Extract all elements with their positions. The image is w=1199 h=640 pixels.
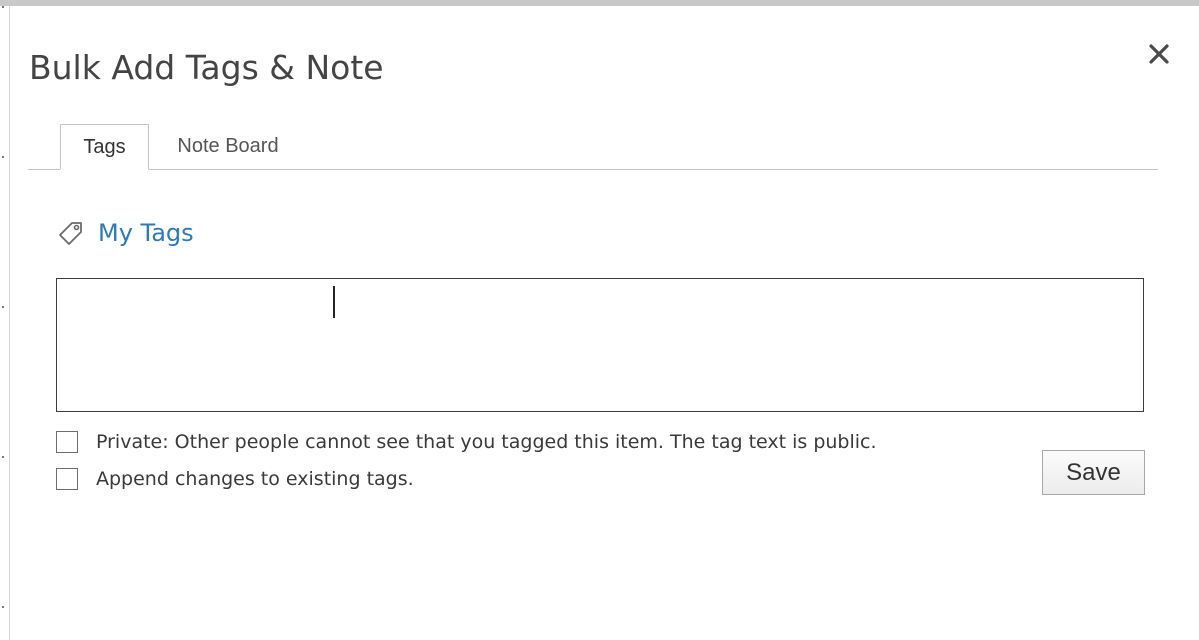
- my-tags-heading: My Tags: [56, 218, 194, 248]
- tag-icon: [59, 222, 82, 245]
- private-checkbox[interactable]: [56, 431, 78, 453]
- tags-input[interactable]: [56, 278, 1144, 412]
- dialog-left-border: [0, 6, 10, 640]
- append-option-label: Append changes to existing tags.: [96, 468, 414, 490]
- tab-tags[interactable]: Tags: [60, 124, 149, 170]
- tab-bar: Tags Note Board: [28, 124, 1158, 170]
- close-button[interactable]: [1145, 40, 1173, 68]
- close-icon: [1149, 44, 1169, 64]
- tab-note-board[interactable]: Note Board: [158, 124, 298, 168]
- private-option: Private: Other people cannot see that yo…: [56, 431, 877, 453]
- private-option-label: Private: Other people cannot see that yo…: [96, 431, 877, 453]
- my-tags-label: My Tags: [98, 219, 194, 247]
- text-caret: [333, 286, 335, 318]
- save-button[interactable]: Save: [1042, 450, 1145, 495]
- dialog: Bulk Add Tags & Note Tags Note Board My …: [0, 0, 1199, 640]
- dialog-title: Bulk Add Tags & Note: [29, 48, 384, 87]
- append-checkbox[interactable]: [56, 468, 78, 490]
- append-option: Append changes to existing tags.: [56, 468, 414, 490]
